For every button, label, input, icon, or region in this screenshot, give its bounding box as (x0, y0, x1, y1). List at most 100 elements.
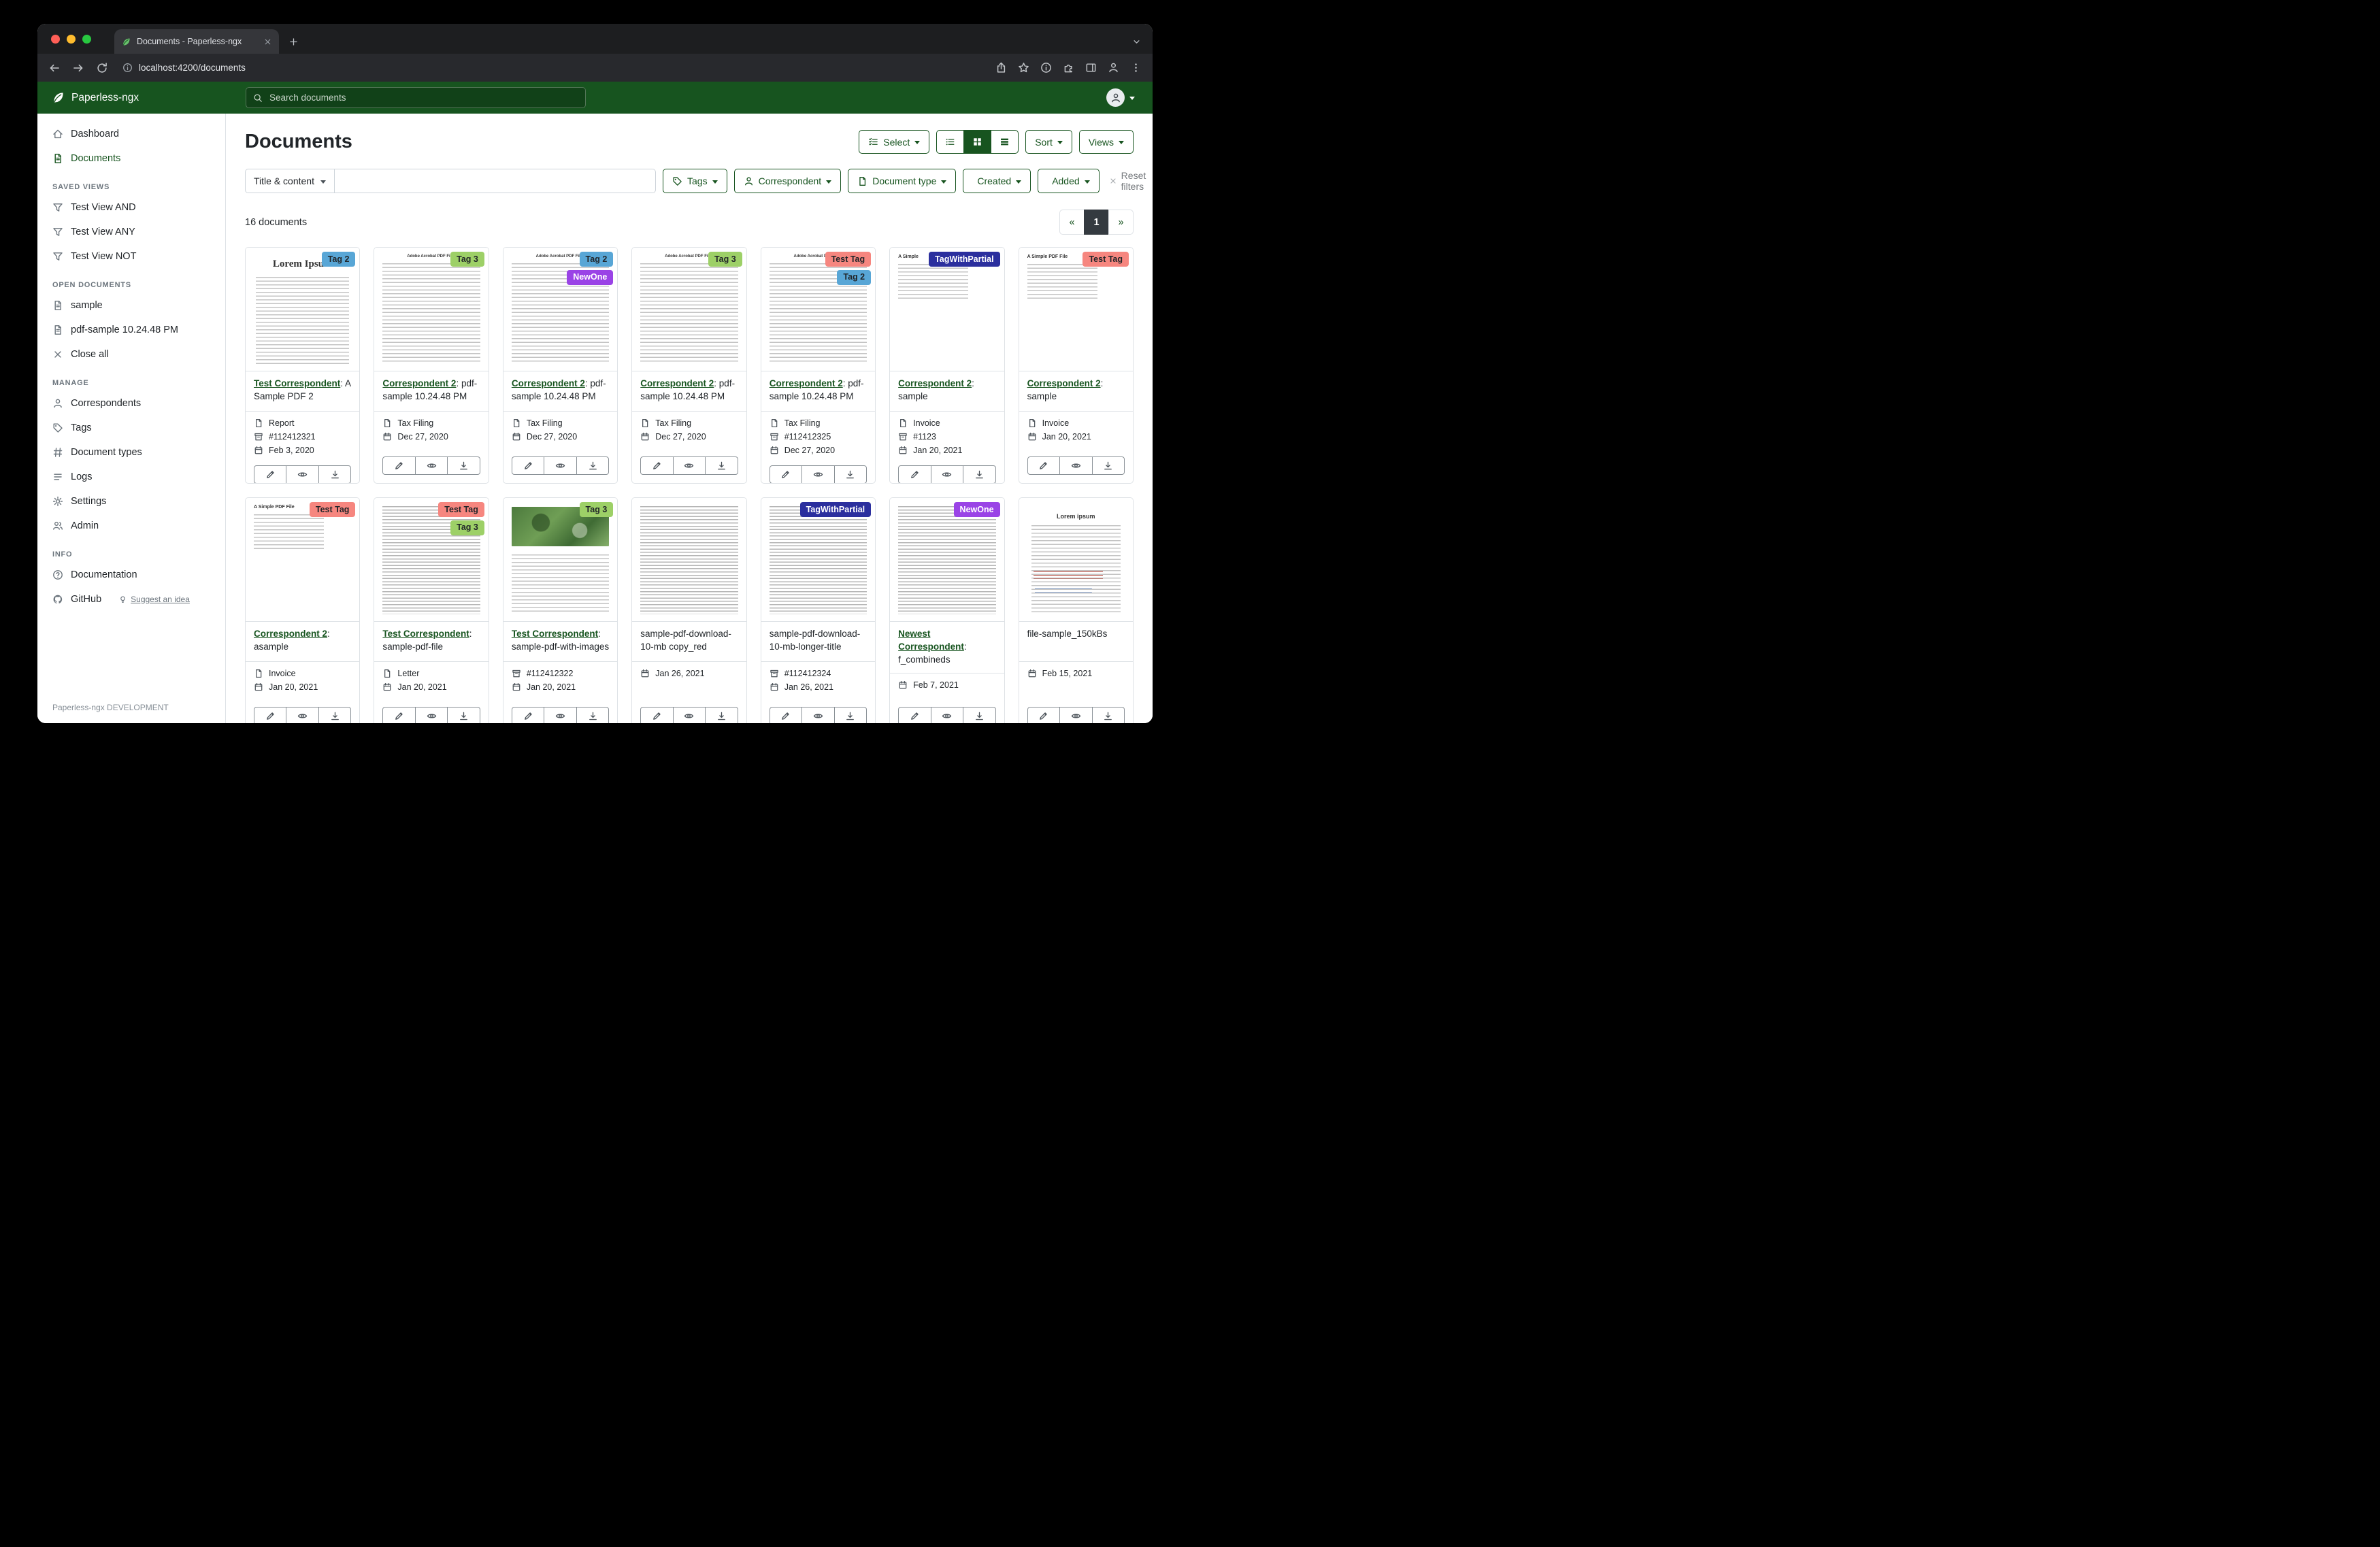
tag-badge[interactable]: Tag 3 (708, 252, 742, 267)
correspondent-link[interactable]: Correspondent 2 (770, 378, 843, 388)
edit-button[interactable] (512, 707, 544, 723)
filter-dropdown-button[interactable]: Correspondent (734, 169, 842, 193)
share-icon[interactable] (995, 62, 1007, 73)
view-button[interactable] (801, 707, 834, 723)
document-type-row[interactable]: Invoice (890, 416, 1004, 430)
new-tab-button[interactable] (288, 37, 299, 47)
archive-serial-row[interactable]: #112412321 (246, 430, 359, 444)
document-type-row[interactable]: Tax Filing (761, 416, 875, 430)
sidebar-manage-item[interactable]: Admin (37, 514, 225, 538)
list-view-button[interactable] (936, 130, 964, 154)
view-button[interactable] (286, 465, 318, 484)
reload-button[interactable] (96, 62, 108, 74)
tag-badge[interactable]: Test Tag (1082, 252, 1129, 267)
sidebar-info-item[interactable]: Documentation (37, 563, 225, 587)
correspondent-link[interactable]: Correspondent 2 (898, 378, 972, 388)
view-button[interactable] (415, 456, 448, 475)
edit-button[interactable] (1027, 456, 1060, 475)
document-thumbnail[interactable]: Adobe Acrobat PDF Files Tag 3 (632, 248, 746, 371)
view-button[interactable] (673, 456, 706, 475)
document-card[interactable]: Adobe Acrobat PDF Files Tag 2 NewOne Cor… (503, 247, 618, 484)
document-card[interactable]: A Simple TagWithPartial Correspondent 2:… (889, 247, 1004, 484)
download-button[interactable] (834, 707, 867, 723)
extensions-icon[interactable] (1063, 62, 1074, 73)
tag-badge[interactable]: NewOne (567, 270, 613, 285)
filter-dropdown-button[interactable]: Tags (663, 169, 727, 193)
view-button[interactable] (931, 465, 963, 484)
sidebar-info-item[interactable]: GitHub Suggest an idea (37, 587, 225, 612)
filter-dropdown-button[interactable]: Created (963, 169, 1031, 193)
side-panel-icon[interactable] (1085, 62, 1097, 73)
back-button[interactable] (48, 62, 61, 74)
minimize-window-button[interactable] (67, 35, 76, 44)
correspondent-link[interactable]: Test Correspondent (382, 629, 469, 639)
view-button[interactable] (1059, 707, 1092, 723)
document-thumbnail[interactable]: Test Tag Tag 3 (374, 498, 488, 622)
filter-field-selector[interactable]: Title & content (245, 169, 335, 193)
tag-badge[interactable]: Tag 3 (450, 252, 484, 267)
archive-serial-row[interactable]: #1123 (890, 430, 1004, 444)
close-window-button[interactable] (51, 35, 60, 44)
tag-badge[interactable]: Test Tag (438, 502, 484, 517)
sidebar-manage-item[interactable]: Logs (37, 465, 225, 489)
document-type-row[interactable]: Tax Filing (632, 416, 746, 430)
document-thumbnail[interactable] (632, 498, 746, 622)
download-button[interactable] (963, 465, 995, 484)
correspondent-link[interactable]: Test Correspondent (512, 629, 598, 639)
document-thumbnail[interactable]: TagWithPartial (761, 498, 875, 622)
document-thumbnail[interactable]: Lorem ipsum (1019, 498, 1133, 622)
edit-button[interactable] (898, 465, 931, 484)
archive-serial-row[interactable]: #112412325 (761, 430, 875, 444)
document-thumbnail[interactable]: Lorem Ipsum Tag 2 (246, 248, 359, 371)
archive-serial-row[interactable]: #112412324 (761, 667, 875, 680)
document-card[interactable]: sample-pdf-download-10-mb copy_red Jan 2… (631, 497, 746, 723)
window-controls[interactable] (51, 35, 91, 44)
next-page-button[interactable]: » (1108, 210, 1134, 235)
reset-filters-button[interactable]: Reset filters (1109, 170, 1146, 192)
browser-info-icon[interactable] (1040, 62, 1052, 73)
document-type-row[interactable]: Tax Filing (503, 416, 617, 430)
views-button[interactable]: Views (1079, 130, 1134, 154)
document-type-row[interactable]: Tax Filing (374, 416, 488, 430)
edit-button[interactable] (254, 707, 286, 723)
download-button[interactable] (318, 707, 351, 723)
browser-tab[interactable]: Documents - Paperless-ngx (114, 29, 279, 54)
close-all-button[interactable]: Close all (37, 342, 225, 367)
edit-button[interactable] (254, 465, 286, 484)
view-button[interactable] (286, 707, 318, 723)
download-button[interactable] (447, 456, 480, 475)
sidebar-nav-item[interactable]: Dashboard (37, 122, 225, 146)
correspondent-link[interactable]: Correspondent 2 (382, 378, 456, 388)
tag-badge[interactable]: Test Tag (825, 252, 872, 267)
tag-badge[interactable]: Tag 2 (837, 270, 871, 285)
document-thumbnail[interactable]: Adobe Acrobat PDF Files Tag 3 (374, 248, 488, 371)
tag-badge[interactable]: Tag 3 (580, 502, 614, 517)
document-thumbnail[interactable]: A Simple PDF File Test Tag (246, 498, 359, 622)
edit-button[interactable] (898, 707, 931, 723)
prev-page-button[interactable]: « (1059, 210, 1085, 235)
download-button[interactable] (834, 465, 867, 484)
download-button[interactable] (576, 707, 609, 723)
current-page-button[interactable]: 1 (1084, 210, 1109, 235)
sidebar-open-document-item[interactable]: pdf-sample 10.24.48 PM (37, 318, 225, 342)
user-menu[interactable] (1106, 88, 1135, 107)
grid-view-button[interactable] (963, 130, 991, 154)
view-button[interactable] (544, 707, 576, 723)
sidebar-open-document-item[interactable]: sample (37, 293, 225, 318)
correspondent-link[interactable]: Newest Correspondent (898, 629, 964, 652)
view-button[interactable] (1059, 456, 1092, 475)
document-card[interactable]: Lorem Ipsum Tag 2 Test Correspondent: A … (245, 247, 360, 484)
view-button[interactable] (544, 456, 576, 475)
tab-search-icon[interactable] (1131, 37, 1142, 47)
document-card[interactable]: Adobe Acrobat PDF Files Tag 3 Correspond… (374, 247, 489, 484)
tab-close-icon[interactable] (263, 37, 272, 46)
sidebar-manage-item[interactable]: Tags (37, 416, 225, 440)
document-thumbnail[interactable]: A Simple TagWithPartial (890, 248, 1004, 371)
browser-menu-icon[interactable] (1130, 62, 1142, 73)
suggest-idea-link[interactable]: Suggest an idea (118, 595, 190, 604)
document-card[interactable]: A Simple PDF File Test Tag Correspondent… (1019, 247, 1134, 484)
avatar[interactable] (1106, 88, 1125, 107)
edit-button[interactable] (512, 456, 544, 475)
archive-serial-row[interactable]: #112412322 (503, 667, 617, 680)
edit-button[interactable] (382, 707, 415, 723)
